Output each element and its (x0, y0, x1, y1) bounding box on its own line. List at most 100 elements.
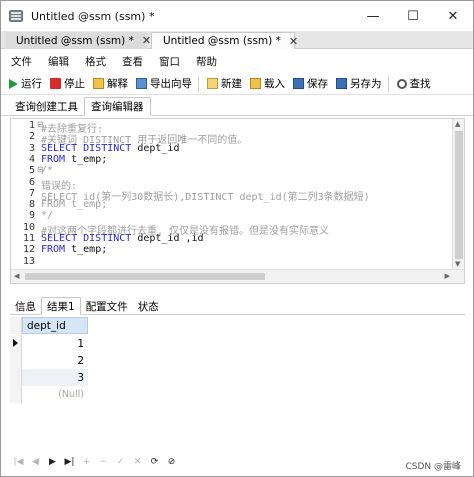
code-line[interactable]: FROM t_emp; (41, 244, 107, 255)
document-tab-bar: Untitled @ssm (ssm) * ✕ Untitled @ssm (s… (1, 31, 473, 49)
scrollbar-thumb[interactable] (25, 273, 265, 280)
grid-header-row: dept_id (10, 317, 88, 334)
app-window: Untitled @ssm (ssm) * — ☐ ✕ Untitled @ss… (0, 0, 474, 477)
tab-status[interactable]: 状态 (133, 297, 164, 315)
row-selector[interactable] (10, 386, 22, 403)
explain-button[interactable]: 解释 (93, 76, 128, 91)
stop-button[interactable]: 停止 (50, 76, 85, 91)
new-button[interactable]: 新建 (207, 76, 242, 91)
result-grid[interactable]: dept_id 1 2 3 (Null) (10, 317, 465, 449)
sql-identifier: dept_id (137, 142, 180, 154)
stop-query-button[interactable]: ⊘ (163, 455, 180, 469)
sql-identifier: dept_id ,id (137, 233, 204, 244)
code-line[interactable]: FROM t_emp; (41, 154, 107, 165)
save-as-button[interactable]: 另存为 (336, 76, 382, 91)
table-row[interactable]: (Null) (10, 386, 88, 403)
tab-result-1[interactable]: 结果1 (41, 297, 81, 315)
delete-record-button[interactable]: − (95, 455, 112, 469)
maximize-button[interactable]: ☐ (393, 1, 433, 31)
load-button[interactable]: 载入 (250, 76, 285, 91)
menu-file[interactable]: 文件 (11, 54, 32, 69)
tab-query-builder[interactable]: 查询创建工具 (9, 97, 84, 116)
window-controls: — ☐ ✕ (353, 1, 473, 31)
window-title: Untitled @ssm (ssm) * (31, 9, 155, 23)
table-cell[interactable]: 3 (22, 369, 88, 386)
document-tab-2[interactable]: Untitled @ssm (ssm) * ✕ (151, 32, 298, 49)
toolbar-separator (198, 75, 199, 92)
tab-close-icon[interactable]: ✕ (142, 34, 151, 47)
line-number: 2 (28, 131, 35, 143)
sql-editor[interactable]: 1 ⊟ 2 3 4 5 ⊟ 6 7 8 9 10 11 12 13 #去除重复行: #关键词 DISTINCT… (10, 118, 465, 284)
table-row[interactable]: 3 (10, 369, 88, 386)
code-line[interactable]: SELECT DISTINCT dept_id (41, 143, 179, 154)
app-icon (9, 10, 23, 22)
line-number: 12 (22, 244, 35, 256)
tab-close-icon[interactable]: ✕ (289, 35, 298, 48)
sql-keyword: SELECT DISTINCT (41, 142, 138, 154)
refresh-button[interactable]: ⟳ (146, 455, 163, 469)
find-button[interactable]: 查找 (396, 76, 431, 91)
scroll-down-icon[interactable]: ▼ (455, 260, 460, 268)
menu-format[interactable]: 格式 (85, 54, 106, 69)
line-number: 3 (28, 142, 35, 154)
minimize-button[interactable]: — (353, 1, 393, 31)
export-icon (136, 78, 147, 89)
line-number: 1 (28, 120, 35, 131)
first-record-button[interactable]: |◀ (10, 455, 27, 469)
result-tabs: 信息 结果1 配置文件 状态 (10, 297, 465, 315)
table-cell[interactable]: 1 (22, 335, 88, 352)
sql-identifier: t_emp; (71, 153, 108, 165)
scrollbar-thumb[interactable] (455, 131, 463, 259)
row-selector[interactable] (10, 369, 22, 386)
toolbar: 运行 停止 解释 导出向导 新建 载入 保存 另存为 查找 (1, 73, 473, 95)
editor-mode-tabs: 查询创建工具 查询编辑器 (1, 97, 473, 116)
code-area[interactable]: #去除重复行: #关键词 DISTINCT 用于返回唯一不同的值。 SELECT D… (41, 119, 453, 269)
code-line[interactable]: FROM t_emp; (41, 199, 107, 210)
apply-changes-button[interactable]: ✓ (112, 455, 129, 469)
scroll-right-icon[interactable]: ▶ (445, 272, 450, 280)
find-label: 查找 (409, 78, 431, 90)
line-number: 11 (22, 233, 35, 244)
row-selector[interactable] (10, 352, 22, 369)
code-line[interactable]: */ (41, 210, 53, 221)
tab-query-editor[interactable]: 查询编辑器 (84, 97, 151, 116)
next-record-button[interactable]: ▶ (44, 455, 61, 469)
table-row[interactable]: 1 (10, 335, 88, 352)
table-row[interactable]: 2 (10, 352, 88, 369)
close-button[interactable]: ✕ (433, 1, 473, 31)
scroll-left-icon[interactable]: ◀ (14, 272, 19, 280)
explain-icon (93, 78, 104, 89)
document-tab-1[interactable]: Untitled @ssm (ssm) * ✕ (5, 32, 151, 49)
horizontal-scrollbar[interactable]: ◀ ▶ (11, 269, 464, 283)
export-wizard-button[interactable]: 导出向导 (136, 76, 192, 91)
code-line[interactable]: /* (41, 165, 53, 176)
save-button[interactable]: 保存 (293, 76, 328, 91)
save-as-label: 另存为 (350, 78, 382, 90)
tab-profile[interactable]: 配置文件 (81, 297, 133, 315)
run-button[interactable]: 运行 (9, 76, 42, 91)
line-number: 4 (28, 153, 35, 165)
tab-message[interactable]: 信息 (10, 297, 41, 315)
previous-record-button[interactable]: ◀ (27, 455, 44, 469)
table-cell-null[interactable]: (Null) (22, 386, 88, 403)
menu-edit[interactable]: 编辑 (48, 54, 69, 69)
add-record-button[interactable]: + (78, 455, 95, 469)
load-label: 载入 (264, 78, 285, 90)
last-record-button[interactable]: ▶| (61, 455, 78, 469)
column-header-dept-id[interactable]: dept_id (22, 317, 88, 334)
folder-icon (250, 78, 261, 89)
menu-help[interactable]: 帮助 (196, 54, 217, 69)
menu-view[interactable]: 查看 (122, 54, 143, 69)
scroll-up-icon[interactable]: ▲ (455, 120, 460, 128)
document-tab-label: Untitled @ssm (ssm) * (163, 35, 281, 47)
line-number: 7 (28, 187, 35, 199)
vertical-scrollbar[interactable]: ▲ ▼ (452, 119, 464, 269)
run-label: 运行 (21, 78, 42, 90)
discard-changes-button[interactable]: ✕ (129, 455, 146, 469)
code-line[interactable]: SELECT DISTINCT dept_id ,id (41, 233, 204, 244)
row-header-corner (10, 317, 22, 334)
row-selector[interactable] (10, 335, 22, 352)
table-cell[interactable]: 2 (22, 352, 88, 369)
line-number: 10 (22, 221, 35, 233)
menu-window[interactable]: 窗口 (159, 54, 180, 69)
